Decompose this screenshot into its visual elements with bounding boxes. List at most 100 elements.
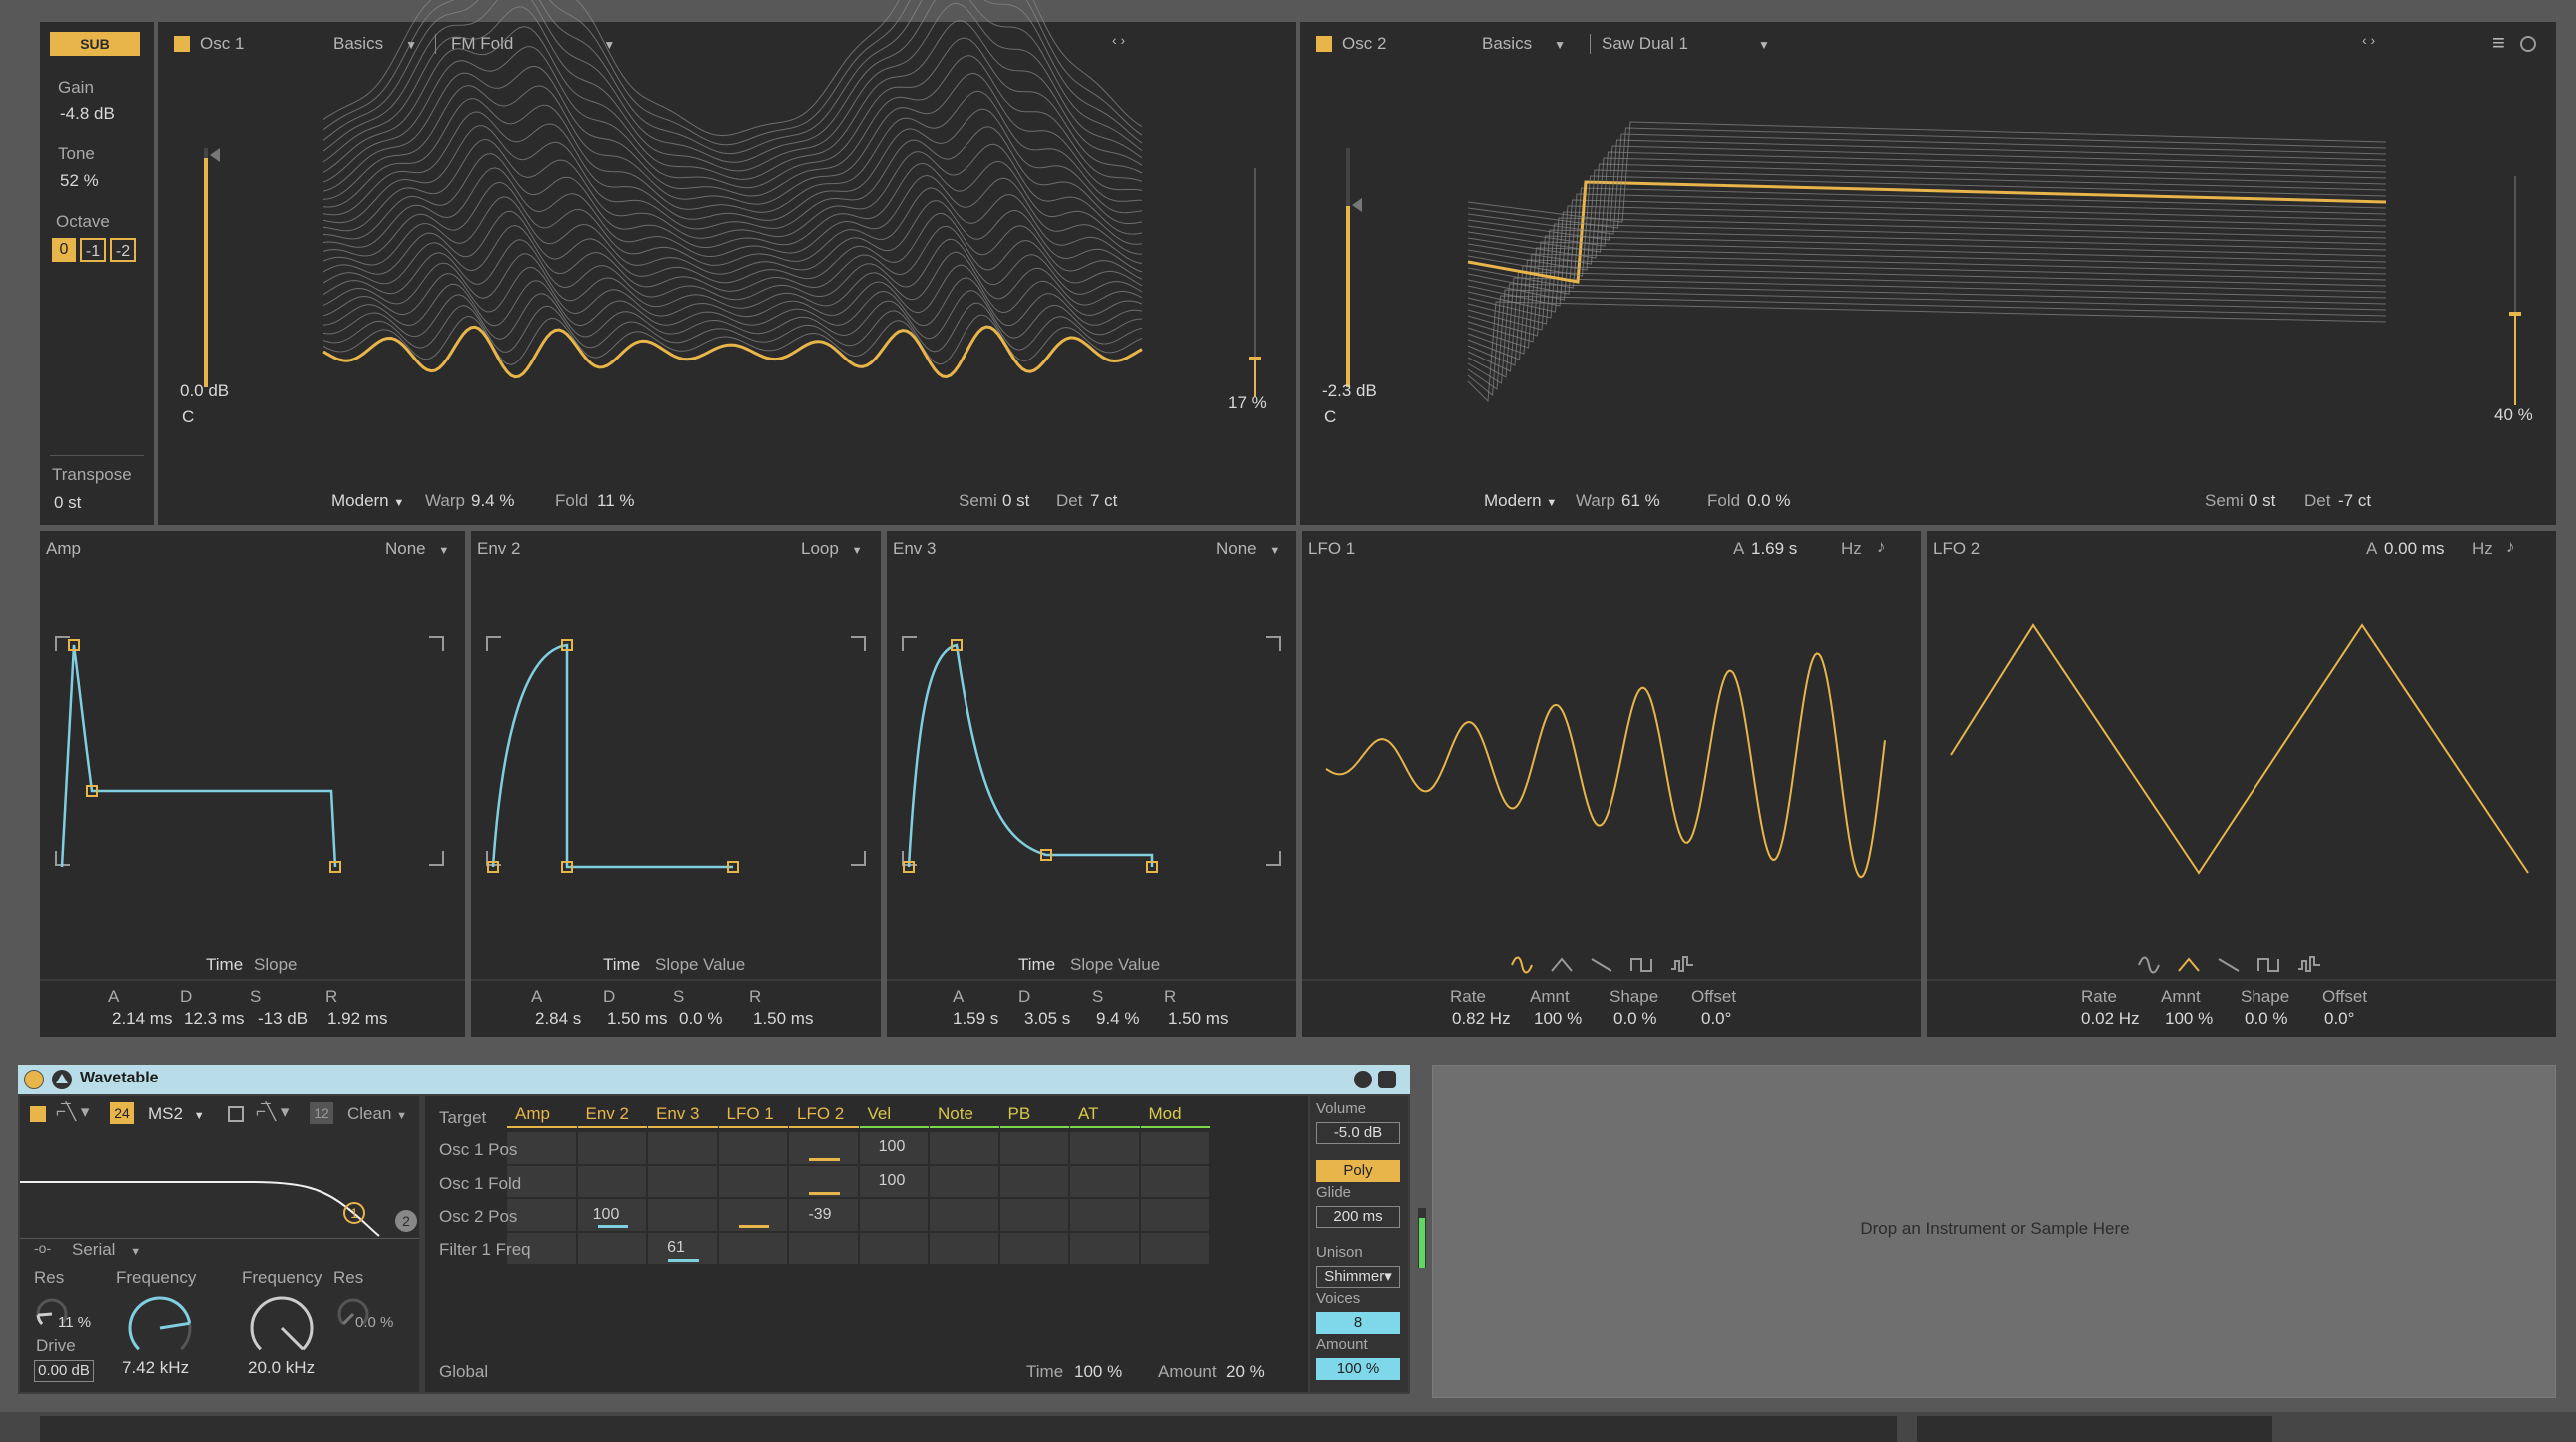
matrix-value-lfo1-osc2pos[interactable]: -39 [785, 1206, 855, 1224]
filter1-toggle[interactable] [30, 1106, 46, 1122]
lfo2-shape-value[interactable]: 0.0 % [2245, 1009, 2287, 1029]
matrix-value-lfo2-osc1pos[interactable]: 100 [857, 1138, 927, 1156]
lfo1-attack-value[interactable]: 1.69 s [1751, 539, 1797, 559]
filter1-freq-value[interactable]: 7.42 kHz [122, 1358, 189, 1378]
volume-value[interactable]: -5.0 dB [1316, 1122, 1400, 1144]
amp-envelope-graph[interactable] [50, 631, 449, 891]
matrix-cell[interactable] [648, 1165, 717, 1197]
lfo2-unit-toggle[interactable]: Hz [2472, 539, 2493, 559]
osc1-level-value[interactable]: 0.0 dB [180, 381, 229, 401]
osc1-warp-value[interactable]: 9.4 % [471, 491, 514, 511]
poly-toggle[interactable]: Poly [1316, 1160, 1400, 1182]
env3-tab-slope[interactable]: Slope [1070, 955, 1113, 975]
lfo1-shape-value[interactable]: 0.0 % [1613, 1009, 1656, 1029]
matrix-cell[interactable] [1070, 1165, 1139, 1197]
env3-s-value[interactable]: 9.4 % [1096, 1009, 1139, 1029]
amp-env-d-value[interactable]: 12.3 ms [184, 1009, 244, 1029]
global-amount-value[interactable]: 20 % [1226, 1362, 1265, 1382]
osc2-mode-select[interactable]: Modern ▼ [1484, 491, 1557, 511]
env2-d-value[interactable]: 1.50 ms [607, 1009, 667, 1029]
osc2-semi-value[interactable]: 0 st [2249, 491, 2275, 511]
matrix-cell[interactable] [577, 1165, 646, 1197]
osc2-toggle[interactable] [1316, 36, 1332, 52]
matrix-cell[interactable] [1140, 1232, 1209, 1264]
hamburger-menu-icon[interactable]: ≡ [2492, 30, 2505, 56]
octave-0-button[interactable]: 0 [52, 238, 76, 262]
amp-env-r-value[interactable]: 1.92 ms [327, 1009, 387, 1029]
device-preset-icon[interactable] [1354, 1071, 1372, 1088]
osc2-wavetable-display[interactable] [1467, 82, 2406, 461]
matrix-cell[interactable] [718, 1132, 787, 1164]
osc2-position-handle[interactable] [2509, 312, 2521, 316]
device-title-bar[interactable]: Wavetable [18, 1065, 1410, 1094]
matrix-value-env2-osc2pos[interactable]: 100 [571, 1206, 641, 1224]
osc2-fold-value[interactable]: 0.0 % [1747, 491, 1790, 511]
matrix-cell[interactable] [648, 1132, 717, 1164]
osc2-level-value[interactable]: -2.3 dB [1322, 381, 1377, 401]
osc1-semi-value[interactable]: 0 st [1002, 491, 1029, 511]
hot-swap-icon[interactable] [2520, 36, 2536, 52]
matrix-cell[interactable] [577, 1132, 646, 1164]
amp-env-mode-select[interactable]: None ▼ [385, 539, 449, 559]
matrix-cell[interactable] [930, 1165, 998, 1197]
amp-env-s-value[interactable]: -13 dB [258, 1009, 308, 1029]
sub-transpose-value[interactable]: 0 st [54, 493, 81, 513]
matrix-cell[interactable] [1140, 1165, 1209, 1197]
lfo2-offset-value[interactable]: 0.0° [2324, 1009, 2354, 1029]
env3-a-value[interactable]: 1.59 s [953, 1009, 998, 1029]
matrix-cell[interactable] [1140, 1199, 1209, 1231]
amp-env-a-value[interactable]: 2.14 ms [112, 1009, 172, 1029]
filter2-freq-value[interactable]: 20.0 kHz [248, 1358, 315, 1378]
filter1-badge[interactable]: 1 [343, 1202, 365, 1224]
lfo2-amnt-value[interactable]: 100 % [2165, 1009, 2213, 1029]
filter1-drive-value[interactable]: 0.00 dB [34, 1360, 94, 1382]
matrix-cell[interactable] [999, 1199, 1068, 1231]
osc1-mode-select[interactable]: Modern ▼ [331, 491, 404, 511]
filter2-circuit-select[interactable]: Clean ▼ [347, 1104, 407, 1124]
osc2-position-value[interactable]: 40 % [2494, 405, 2533, 425]
device-activator-icon[interactable] [24, 1070, 44, 1089]
lfo2-attack-value[interactable]: 0.00 ms [2384, 539, 2444, 559]
matrix-cell[interactable] [1070, 1199, 1139, 1231]
status-field-right[interactable] [1917, 1416, 2272, 1442]
lfo1-sync-note-icon[interactable]: ♪ [1877, 537, 1886, 557]
filter1-res-value[interactable]: 11 % [58, 1314, 91, 1331]
matrix-cell[interactable] [1140, 1132, 1209, 1164]
osc1-wavetable-nav[interactable]: ‹ › [1112, 32, 1125, 48]
matrix-cell[interactable] [930, 1199, 998, 1231]
global-time-value[interactable]: 100 % [1074, 1362, 1122, 1382]
osc1-category-select[interactable]: Basics ▼ [333, 34, 417, 54]
env3-d-value[interactable]: 3.05 s [1024, 1009, 1070, 1029]
osc1-toggle[interactable] [174, 36, 190, 52]
filter1-type-select[interactable]: ⌐̅╲ ▾ [56, 1102, 89, 1122]
env3-tab-time[interactable]: Time [1018, 955, 1055, 975]
env2-graph[interactable] [481, 631, 871, 891]
matrix-cell[interactable] [718, 1232, 787, 1264]
env2-r-value[interactable]: 1.50 ms [753, 1009, 813, 1029]
lfo1-amnt-value[interactable]: 100 % [1534, 1009, 1582, 1029]
matrix-cell[interactable] [999, 1165, 1068, 1197]
matrix-cell[interactable] [648, 1199, 717, 1231]
lfo1-unit-toggle[interactable]: Hz [1841, 539, 1862, 559]
glide-value[interactable]: 200 ms [1316, 1206, 1400, 1228]
filter-routing-select[interactable]: Serial ▼ [72, 1240, 141, 1260]
osc2-wavetable-nav[interactable]: ‹ › [2362, 32, 2375, 48]
osc2-det-value[interactable]: -7 ct [2338, 491, 2371, 511]
voices-value[interactable]: 8 [1316, 1312, 1400, 1334]
osc1-level-handle-icon[interactable] [210, 148, 220, 162]
matrix-cell[interactable] [859, 1232, 928, 1264]
sub-tone-value[interactable]: 52 % [60, 171, 99, 191]
env2-s-value[interactable]: 0.0 % [679, 1009, 722, 1029]
matrix-cell[interactable] [1070, 1232, 1139, 1264]
matrix-value-lfo2-osc1fold[interactable]: 100 [857, 1172, 927, 1190]
device-save-icon[interactable] [1378, 1071, 1396, 1088]
filter1-slope-button[interactable]: 24 [110, 1102, 134, 1124]
osc2-category-select[interactable]: Basics ▼ [1482, 34, 1566, 54]
unison-select[interactable]: Shimmer▾ [1316, 1266, 1400, 1288]
matrix-cell[interactable] [999, 1232, 1068, 1264]
filter2-badge[interactable]: 2 [395, 1210, 417, 1232]
env2-mode-select[interactable]: Loop ▼ [801, 539, 862, 559]
matrix-cell[interactable] [577, 1232, 646, 1264]
status-field[interactable] [40, 1416, 1897, 1442]
env2-tab-time[interactable]: Time [603, 955, 640, 975]
